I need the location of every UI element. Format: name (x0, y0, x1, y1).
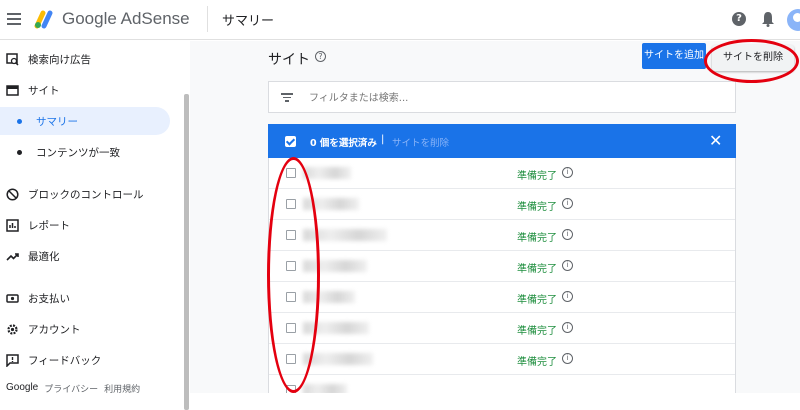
row-checkbox[interactable] (286, 168, 296, 178)
header-divider (207, 6, 208, 32)
bullet-icon (17, 149, 22, 155)
delete-site-button[interactable]: サイトを削除 (712, 45, 794, 71)
filter-icon[interactable] (281, 93, 293, 102)
site-icon (6, 84, 19, 96)
sidebar-item-sites[interactable]: サイト (0, 76, 180, 104)
info-icon[interactable]: i (562, 198, 573, 209)
table-row[interactable] (269, 375, 735, 393)
info-icon[interactable]: i (562, 291, 573, 302)
trending-up-icon (6, 252, 19, 261)
report-icon (6, 218, 19, 232)
add-site-button[interactable]: サイトを追加 (642, 43, 706, 69)
site-url-redacted (303, 260, 367, 272)
sidebar-item-label: コンテンツが一致 (36, 146, 120, 159)
sidebar-footer: Google プライバシー 利用規約 (6, 382, 140, 395)
filter-input[interactable] (309, 89, 709, 107)
sites-table: 準備完了 i 準備完了 i 準備完了 i 準備完了 i 準備完了 i 準備完了 i 準備完了 i (268, 158, 736, 393)
page-title: サマリー (222, 14, 275, 29)
row-checkbox[interactable] (286, 354, 296, 364)
sidebar-item-reports[interactable]: レポート (0, 211, 180, 239)
sidebar-item-label: お支払い (28, 292, 70, 305)
sidebar-item-payments[interactable]: お支払い (0, 284, 180, 312)
table-row[interactable]: 準備完了 i (269, 251, 735, 282)
info-icon[interactable]: i (562, 229, 573, 240)
sidebar-item-label: レポート (28, 219, 70, 232)
terms-link[interactable]: 利用規約 (104, 382, 140, 395)
sidebar-item-account[interactable]: アカウント (0, 315, 180, 343)
table-row[interactable]: 準備完了 i (269, 220, 735, 251)
help-icon[interactable]: ? (732, 12, 746, 26)
section-title: サイト (268, 52, 310, 68)
sidebar-item-label: フィードバック (28, 354, 102, 367)
table-row[interactable]: 準備完了 i (269, 313, 735, 344)
row-checkbox[interactable] (286, 199, 296, 209)
status-text: 準備完了 (517, 264, 557, 275)
sidebar-item-summary[interactable]: サマリー (0, 107, 170, 135)
sidebar-item-feedback[interactable]: フィードバック (0, 346, 180, 374)
avatar[interactable] (787, 9, 800, 31)
site-url-redacted (303, 229, 387, 241)
close-icon[interactable]: ✕ (709, 131, 722, 150)
info-icon[interactable]: i (562, 322, 573, 333)
sidebar-item-matched-content[interactable]: コンテンツが一致 (0, 138, 180, 166)
site-url-redacted (303, 198, 359, 210)
brand-name: Google AdSense (62, 9, 190, 28)
info-icon[interactable]: i (562, 353, 573, 364)
site-url-redacted (303, 167, 351, 179)
row-checkbox[interactable] (286, 323, 296, 333)
sidebar-item-label: サマリー (36, 115, 78, 128)
sidebar-item-search-ads[interactable]: 検索向け広告 (0, 45, 180, 73)
menu-icon[interactable] (7, 13, 21, 25)
status-text: 準備完了 (517, 233, 557, 244)
select-all-checkbox[interactable] (285, 136, 296, 147)
top-app-bar: Google AdSense サマリー ? (0, 0, 800, 40)
filter-bar (268, 81, 736, 113)
sidebar-item-blocking-controls[interactable]: ブロックのコントロール (0, 180, 180, 208)
table-row[interactable]: 準備完了 i (269, 344, 735, 375)
adsense-logo-icon (34, 10, 53, 29)
site-url-redacted (303, 353, 373, 365)
sidebar-item-label: アカウント (28, 323, 81, 336)
site-url-redacted (303, 384, 347, 393)
table-row[interactable]: 準備完了 i (269, 189, 735, 220)
search-ads-icon (6, 52, 19, 66)
row-checkbox[interactable] (286, 385, 296, 393)
table-row[interactable]: 準備完了 i (269, 158, 735, 189)
info-icon[interactable]: i (562, 260, 573, 271)
sidebar: 検索向け広告 サイト サマリー コンテンツが一致 ブロックのコントロール レポー… (0, 41, 190, 410)
sidebar-scrollbar[interactable] (184, 94, 189, 410)
sidebar-item-label: サイト (28, 84, 60, 97)
status-text: 準備完了 (517, 326, 557, 337)
payment-icon (6, 293, 19, 303)
google-link[interactable]: Google (6, 382, 38, 395)
table-row[interactable]: 準備完了 i (269, 282, 735, 313)
bullet-icon (17, 118, 22, 124)
gear-icon (7, 323, 18, 335)
row-checkbox[interactable] (286, 292, 296, 302)
block-icon (6, 187, 19, 201)
selection-separator: | (381, 134, 385, 145)
sidebar-item-label: 検索向け広告 (28, 53, 91, 66)
sidebar-item-label: ブロックのコントロール (28, 188, 144, 201)
sidebar-item-label: 最適化 (28, 250, 60, 263)
feedback-icon (6, 353, 19, 367)
info-icon[interactable]: i (562, 167, 573, 178)
sidebar-item-optimization[interactable]: 最適化 (0, 242, 180, 270)
site-url-redacted (303, 291, 355, 303)
status-text: 準備完了 (517, 171, 557, 182)
notification-bell-icon[interactable] (761, 11, 775, 27)
selected-count: 0 個を選択済み (310, 138, 377, 149)
help-circle-icon[interactable]: ? (315, 51, 326, 62)
selection-delete-link[interactable]: サイトを削除 (392, 135, 449, 149)
status-text: 準備完了 (517, 202, 557, 213)
selection-bar: 0 個を選択済み | サイトを削除 ✕ (268, 124, 736, 158)
row-checkbox[interactable] (286, 230, 296, 240)
status-text: 準備完了 (517, 295, 557, 306)
row-checkbox[interactable] (286, 261, 296, 271)
site-url-redacted (303, 322, 369, 334)
privacy-link[interactable]: プライバシー (44, 382, 98, 395)
status-text: 準備完了 (517, 357, 557, 368)
